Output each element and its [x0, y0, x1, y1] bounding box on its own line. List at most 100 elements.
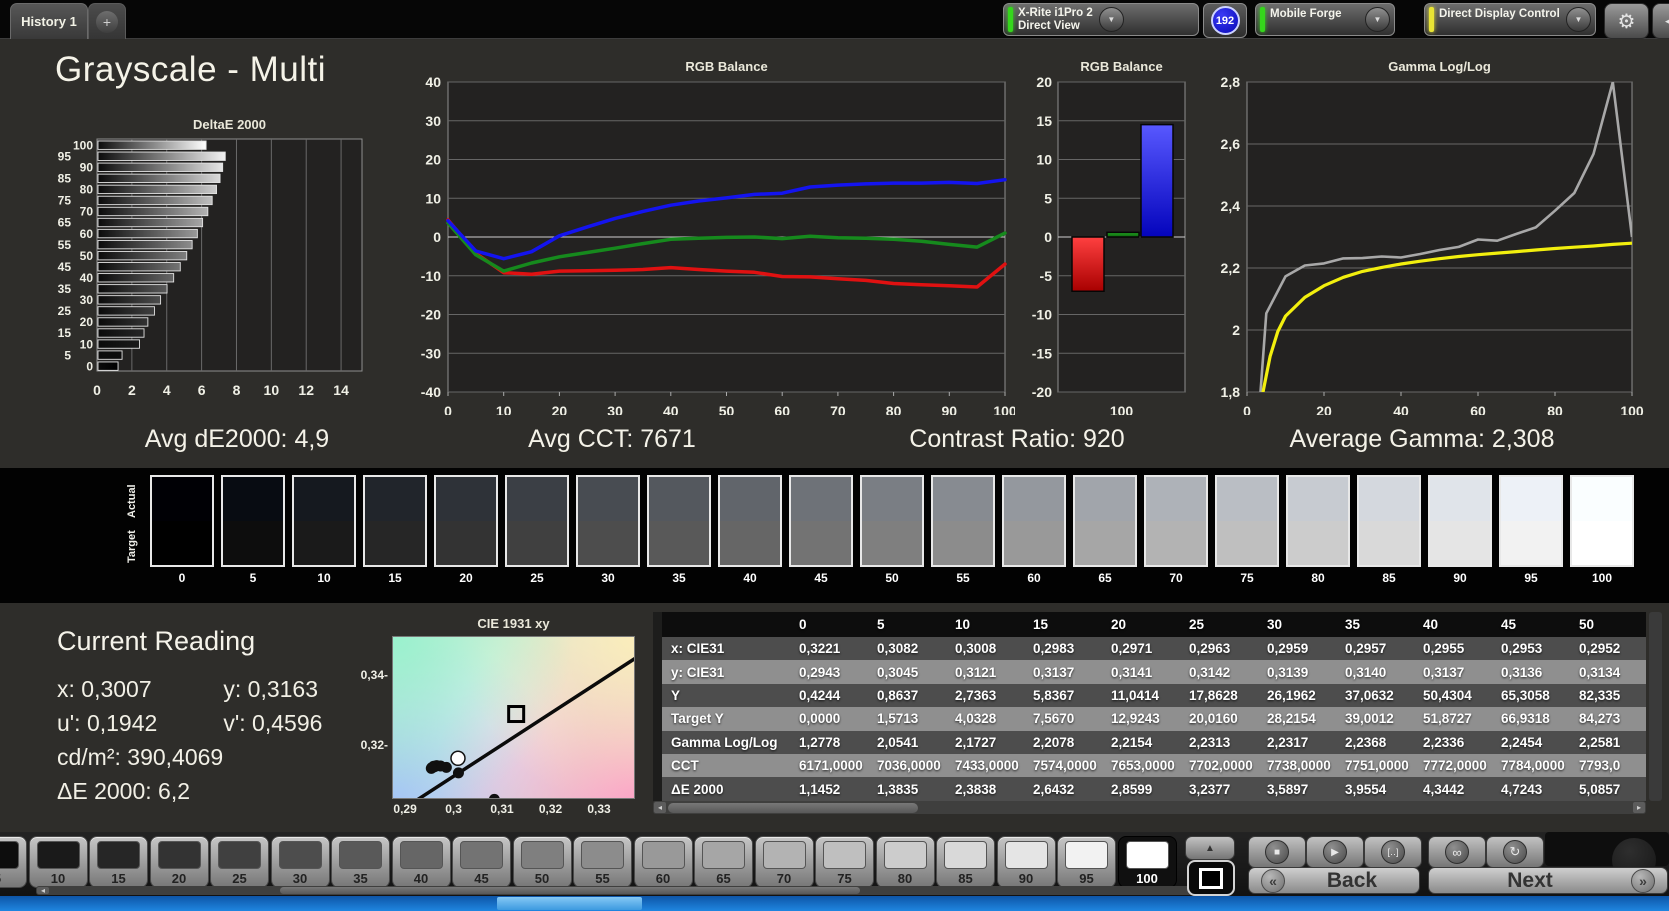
table-row-3[interactable]: Y 0,4244 0,8637 2,7363 5,8367 11,0414 17,8628 2… — [662, 683, 1646, 708]
stop-button[interactable]: ■ — [1248, 836, 1306, 868]
cie-xtick-0,31: 0,31 — [490, 802, 514, 816]
svg-text:70: 70 — [80, 205, 94, 219]
gray-swatch-30: 30 — [576, 475, 640, 585]
step-button[interactable]: [‥] — [1364, 836, 1422, 868]
gray-swatch-95: 95 — [1499, 475, 1563, 585]
cie-1931-chart — [392, 636, 637, 841]
svg-text:Gamma Log/Log: Gamma Log/Log — [1388, 59, 1491, 74]
level-button-70[interactable]: 70 — [754, 836, 814, 888]
table-row-6[interactable]: CCT 6171,0000 7036,0000 7433,0000 7574,0000 7… — [662, 753, 1646, 778]
continuous-button[interactable]: ∞ — [1428, 836, 1486, 868]
level-button-45[interactable]: 45 — [452, 836, 511, 888]
arrow-left-icon: ◀ — [1665, 13, 1669, 29]
level-button-95[interactable]: 95 — [1057, 836, 1116, 888]
level-button-15[interactable]: 15 — [89, 836, 148, 888]
gray-swatch-25: 25 — [505, 475, 569, 585]
table-row-7[interactable]: ΔE 2000 1,1452 1,3835 2,3838 2,6432 2,8599 3,2… — [662, 777, 1646, 801]
cie-xtick-0,3: 0,3 — [445, 802, 462, 816]
level-button-25[interactable]: 25 — [210, 836, 269, 888]
level-button-40[interactable]: 40 — [391, 836, 451, 888]
reading-u: u': 0,1942 — [57, 710, 158, 736]
source-selector[interactable]: Mobile Forge ▼ — [1255, 3, 1395, 36]
loop-button[interactable]: ↻ — [1486, 836, 1544, 868]
svg-text:30: 30 — [80, 293, 94, 307]
infinity-icon: ∞ — [1445, 840, 1469, 864]
play-button[interactable]: ▶ — [1306, 836, 1364, 868]
page-title: Grayscale - Multi — [55, 50, 327, 89]
rgb-bar-blue — [1140, 123, 1174, 238]
svg-text:1,8: 1,8 — [1221, 384, 1241, 400]
level-button-35[interactable]: 35 — [331, 836, 390, 888]
settings-button[interactable]: ⚙ — [1604, 3, 1649, 39]
table-row-1[interactable]: x: CIE31 0,3221 0,3082 0,3008 0,2983 0,2971 0,… — [662, 637, 1646, 661]
scroll-right-icon[interactable]: ▸ — [1633, 802, 1645, 813]
back-label: Back — [1326, 868, 1378, 892]
table-scroll-thumb[interactable] — [668, 802, 918, 813]
tab-history-1[interactable]: History 1 — [10, 3, 88, 39]
level-button-60[interactable]: 60 — [633, 836, 693, 888]
deltae-bar-5 — [97, 350, 123, 360]
svg-text:10: 10 — [425, 190, 441, 206]
level-button-55[interactable]: 55 — [573, 836, 632, 888]
svg-text:2: 2 — [1232, 322, 1240, 338]
add-tab-button[interactable]: + — [88, 3, 126, 39]
level-button-75[interactable]: 75 — [815, 836, 874, 888]
display-control-selector[interactable]: Direct Display Control ▼ — [1424, 3, 1596, 36]
stat-average-gamma: Average Gamma: 2,308 — [1289, 425, 1555, 453]
gray-swatch-60: 60 — [1002, 475, 1066, 585]
back-button[interactable]: « Back — [1248, 867, 1420, 894]
measurement-point-1 — [488, 793, 500, 805]
table-row-2[interactable]: y: CIE31 0,2943 0,3045 0,3121 0,3137 0,3141 0,… — [662, 660, 1646, 684]
level-button-100[interactable]: 100 — [1117, 836, 1177, 888]
svg-text:80: 80 — [886, 403, 902, 415]
table-row-4[interactable]: Target Y 0,0000 1,5713 4,0328 7,5670 12,9243 2… — [662, 707, 1646, 731]
collapse-panel-button[interactable]: ◀ — [1652, 3, 1669, 39]
level-button-5[interactable]: 5 — [0, 836, 27, 888]
table-horizontal-scrollbar[interactable]: ◂ ▸ — [653, 801, 1646, 814]
svg-text:100: 100 — [993, 403, 1015, 415]
gray-swatch-90: 90 — [1428, 475, 1492, 585]
deltae-bar-55 — [97, 239, 193, 250]
svg-text:RGB Balance: RGB Balance — [685, 59, 767, 74]
scroll-left-icon[interactable]: ◂ — [654, 802, 666, 813]
results-table: 0 5 10 15 20 25 30 35 40 45 50 x: CIE31 0,3221 0,3082… — [653, 612, 1646, 801]
deltae-bar-20 — [97, 317, 149, 327]
target-point-marker — [507, 705, 526, 724]
display-control-name: Direct Display Control — [1439, 8, 1560, 20]
level-button-30[interactable]: 30 — [270, 836, 330, 888]
level-button-20[interactable]: 20 — [149, 836, 209, 888]
plus-icon: + — [96, 10, 118, 33]
level-button-85[interactable]: 85 — [936, 836, 995, 888]
scroll-left-icon[interactable]: ◂ — [37, 887, 49, 895]
gear-icon: ⚙ — [1617, 10, 1636, 33]
levels-scroll-thumb[interactable] — [280, 887, 860, 894]
meter-selector[interactable]: X-Rite i1Pro 2 Direct View ▼ — [1003, 3, 1199, 36]
svg-text:10: 10 — [80, 337, 94, 351]
table-vertical-scrollbar[interactable] — [1649, 612, 1662, 801]
pattern-window-button[interactable] — [1187, 860, 1235, 896]
current-reading-marker — [450, 750, 466, 767]
level-button-80[interactable]: 80 — [875, 836, 935, 888]
cie-xtick-0,32: 0,32 — [538, 802, 563, 816]
meter-count-badge: 192 — [1210, 6, 1240, 35]
svg-text:-5: -5 — [1040, 268, 1053, 284]
svg-text:12: 12 — [298, 382, 314, 398]
gamma-loglog-chart: Gamma Log/Log 2,8 2,6 2,4 2,2 2 1,80 20 40 60 80 10… — [1221, 59, 1644, 415]
meter-profile-button[interactable]: 192 — [1203, 3, 1247, 38]
level-button-50[interactable]: 50 — [512, 836, 572, 888]
actual-row-label: Actual — [126, 484, 138, 518]
level-button-65[interactable]: 65 — [694, 836, 753, 888]
svg-text:0: 0 — [93, 382, 101, 398]
stat-avg-cct: Avg CCT: 7671 — [528, 425, 696, 453]
levels-scrollbar[interactable]: ◂ — [36, 886, 1196, 895]
next-button[interactable]: Next » — [1428, 867, 1668, 894]
svg-text:8: 8 — [233, 382, 241, 398]
level-button-90[interactable]: 90 — [996, 836, 1056, 888]
level-button-10[interactable]: 10 — [28, 836, 88, 888]
measurement-point-10 — [425, 762, 437, 774]
svg-text:10: 10 — [264, 382, 280, 398]
svg-text:45: 45 — [58, 260, 72, 274]
levels-scroll-up-button[interactable]: ▲ — [1185, 836, 1235, 860]
table-row-5[interactable]: Gamma Log/Log 1,2778 2,0541 2,1727 2,2078 2,2… — [662, 730, 1646, 754]
meter-name: X-Rite i1Pro 2 — [1018, 6, 1093, 19]
